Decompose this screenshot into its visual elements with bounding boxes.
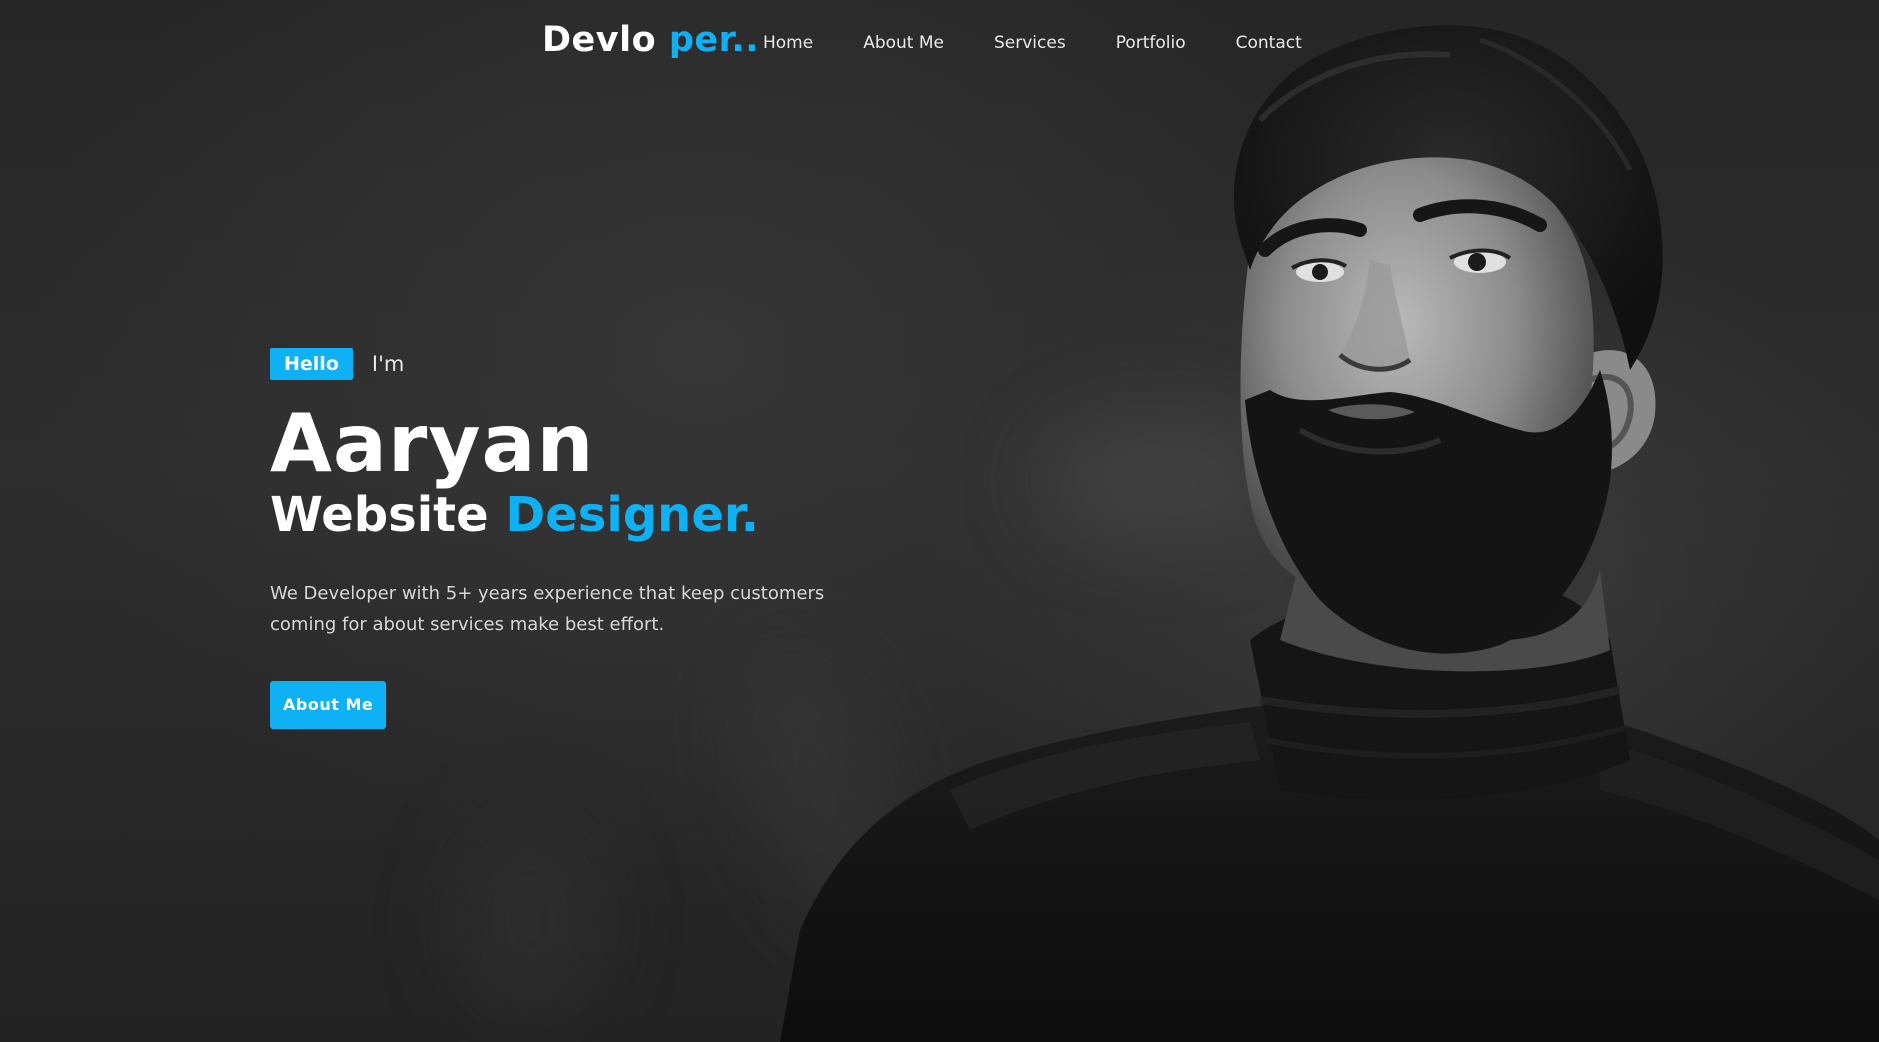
site-logo[interactable]: Devlo per.. — [542, 20, 759, 60]
nav-links: Home About Me Services Portfolio Contact — [763, 33, 1352, 53]
intro-text: I'm — [371, 352, 405, 376]
hero-role-heading: Website Designer. — [270, 486, 910, 544]
nav-link-portfolio[interactable]: Portfolio — [1116, 33, 1186, 53]
role-main-text: Website — [270, 487, 506, 543]
hero-description: We Developer with 5+ years experience th… — [270, 583, 825, 635]
about-me-button[interactable]: About Me — [270, 681, 387, 729]
nav-link-services[interactable]: Services — [994, 33, 1066, 53]
background-blur-shape — [460, 820, 600, 1020]
logo-accent-text: per.. — [668, 20, 759, 60]
nav-link-contact[interactable]: Contact — [1236, 33, 1302, 53]
nav-link-about-me[interactable]: About Me — [863, 33, 944, 53]
hero-section: Hello I'm Aaryan Website Designer. We De… — [270, 348, 910, 729]
hello-badge: Hello — [270, 348, 353, 380]
hero-name-heading: Aaryan — [270, 397, 595, 490]
greeting-row: Hello I'm — [270, 348, 910, 380]
role-accent-text: Designer. — [505, 487, 759, 543]
page: Devlo per.. Home About Me Services Portf… — [0, 0, 1879, 1042]
nav-link-home[interactable]: Home — [763, 33, 813, 53]
logo-text: Devlo — [542, 20, 669, 60]
hero-portrait-image — [780, 25, 1879, 1042]
top-navigation: Devlo per.. Home About Me Services Portf… — [0, 0, 1879, 86]
